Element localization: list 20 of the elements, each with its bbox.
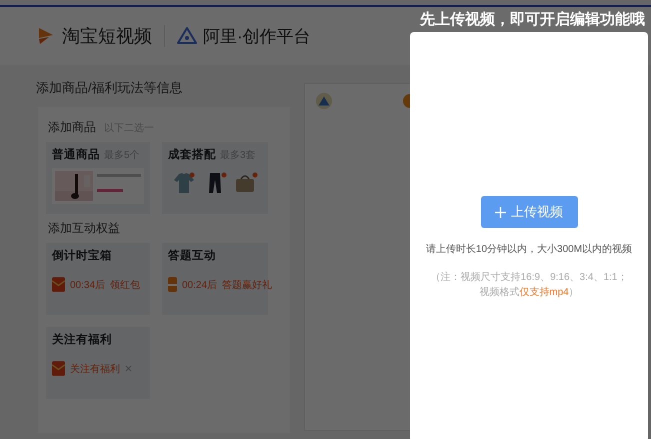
platform-name: 阿里·创作平台 xyxy=(203,26,311,48)
option-card[interactable]: 倒计时宝箱 00:34后 领红包 xyxy=(46,243,150,315)
card-title: 普通商品 xyxy=(52,147,100,162)
card-title: 倒计时宝箱 xyxy=(52,248,112,263)
upload-hint: 请上传时长10分钟以内，大小300M以内的视频 xyxy=(426,242,632,256)
form-title: 添加商品/福利玩法等信息 xyxy=(36,79,184,97)
option-card[interactable]: 关注有福利 关注有福利 xyxy=(46,327,150,399)
card-title: 答题互动 xyxy=(168,248,216,263)
brand-name: 淘宝短视频 xyxy=(62,25,152,48)
benefit-label: 领红包 xyxy=(110,278,140,292)
countdown-time: 00:34后 xyxy=(70,278,106,292)
countdown-time: 00:24后 xyxy=(182,278,218,292)
card-title: 成套搭配 xyxy=(168,147,216,162)
upload-video-button[interactable]: 上传视频 xyxy=(480,196,578,228)
format-note: （注：视频尺寸支持16:9、9:16、3:4、1:1； 视频格式仅支持mp4） xyxy=(430,270,628,300)
card-title: 关注有福利 xyxy=(52,332,112,347)
section-title: 添加互动权益 xyxy=(48,220,120,237)
section-title: 添加商品 xyxy=(48,119,96,136)
modal-heading: 先上传视频，即可开启编辑功能哦 xyxy=(420,10,645,29)
benefit-label: 关注有福利 xyxy=(70,362,120,376)
